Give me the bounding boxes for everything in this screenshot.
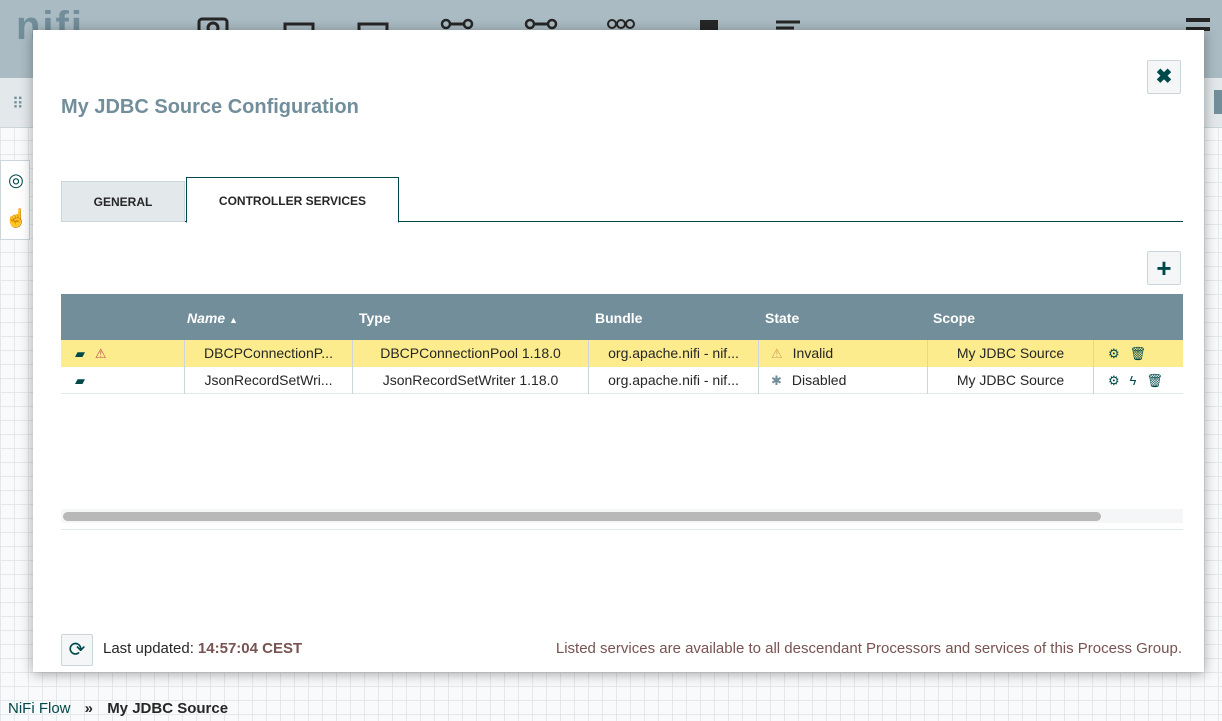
plus-icon: + [1156,253,1172,283]
invalid-state-icon: ⚠ [771,346,783,361]
column-header-name[interactable]: Name ▲ [187,310,238,326]
refresh-icon: ⟳ [68,639,86,661]
last-updated-time: 14:57:04 CEST [197,640,303,657]
close-button[interactable]: ✖ [1147,60,1181,94]
refresh-button[interactable]: ⟳ [61,634,93,666]
scrollbar-thumb[interactable] [63,512,1101,521]
tab-bar: GENERAL CONTROLLER SERVICES [61,177,1183,223]
documentation-book-icon[interactable]: ▰ [75,340,85,367]
documentation-book-icon[interactable]: ▰ [75,367,85,394]
breadcrumb-current: My JDBC Source [107,700,229,717]
delete-trash-icon[interactable]: 🗑 [1146,367,1163,394]
breadcrumb-root-link[interactable]: NiFi Flow [8,700,71,717]
breadcrumb: NiFi Flow » My JDBC Source [0,696,1222,721]
service-bundle: org.apache.nifi - nif... [589,367,759,394]
search-toggle-icon[interactable] [1214,90,1222,114]
table-header: Name ▲ Type Bundle State Scope [61,294,1183,340]
service-type: JsonRecordSetWriter 1.18.0 [353,367,589,394]
service-state: Disabled [791,372,847,388]
last-updated: Last updated: 14:57:04 CEST [103,640,302,657]
sort-ascending-icon: ▲ [229,315,238,325]
operate-hand-icon[interactable]: ☝ [5,207,27,229]
service-scope: My JDBC Source [928,340,1094,367]
table-row[interactable]: ▰ JsonRecordSetWri... JsonRecordSetWrite… [61,367,1183,394]
column-header-state[interactable]: State [765,310,799,326]
navigate-compass-icon[interactable]: ◎ [5,169,27,191]
column-header-bundle[interactable]: Bundle [595,310,642,326]
service-type: DBCPConnectionPool 1.18.0 [353,340,589,367]
configure-gear-icon[interactable]: ⚙ [1108,340,1120,367]
controller-services-table: Name ▲ Type Bundle State Scope ▰ ⚠ DBCPC… [61,294,1183,530]
disabled-state-icon: ✱ [771,373,782,388]
service-name: JsonRecordSetWri... [185,367,353,394]
enable-lightning-icon[interactable]: ϟ [1130,367,1137,394]
last-updated-label: Last updated: [103,640,194,657]
column-header-type[interactable]: Type [359,310,391,326]
birdseye-icon[interactable]: ⠿ [12,94,24,114]
validation-warning-icon[interactable]: ⚠ [95,340,107,367]
dialog-title: My JDBC Source Configuration [61,96,359,118]
service-state: Invalid [792,345,834,361]
tab-controller-services[interactable]: CONTROLLER SERVICES [186,177,399,223]
column-header-scope[interactable]: Scope [933,310,975,326]
service-scope: My JDBC Source [928,367,1094,394]
tab-general[interactable]: GENERAL [61,181,185,222]
table-row[interactable]: ▰ ⚠ DBCPConnectionP... DBCPConnectionPoo… [61,340,1183,367]
configure-gear-icon[interactable]: ⚙ [1108,367,1120,394]
process-group-configuration-dialog: My JDBC Source Configuration ✖ GENERAL C… [33,30,1204,672]
service-name: DBCPConnectionP... [185,340,353,367]
services-scope-note: Listed services are available to all des… [555,640,1182,657]
close-icon: ✖ [1155,66,1173,88]
add-controller-service-button[interactable]: + [1147,251,1181,285]
delete-trash-icon[interactable]: 🗑 [1130,340,1147,367]
breadcrumb-separator: » [84,700,94,717]
operate-palette: ◎ ☝ [0,160,30,240]
horizontal-scrollbar[interactable] [61,509,1183,523]
service-bundle: org.apache.nifi - nif... [589,340,759,367]
